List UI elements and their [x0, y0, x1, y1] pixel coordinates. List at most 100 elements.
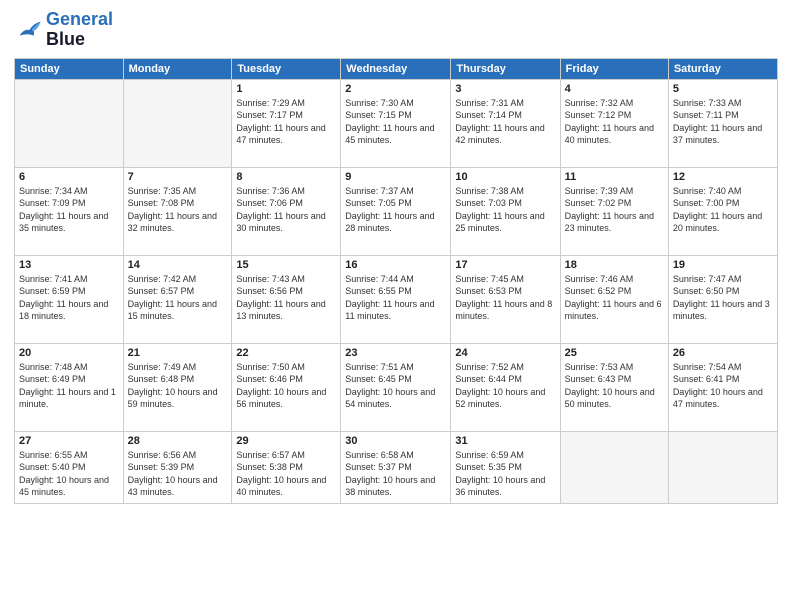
calendar-cell: 20Sunrise: 7:48 AM Sunset: 6:49 PM Dayli… — [15, 343, 124, 431]
weekday-header-monday: Monday — [123, 58, 232, 79]
day-number: 10 — [455, 171, 555, 183]
day-info: Sunrise: 7:45 AM Sunset: 6:53 PM Dayligh… — [455, 273, 555, 323]
day-number: 25 — [565, 347, 664, 359]
calendar-week-3: 13 Sunrise: 7:41 AM Sunset: 6:59 PM Dayli… — [15, 255, 778, 343]
day-info: Sunrise: 7:46 AM Sunset: 6:52 PM Dayligh… — [565, 273, 664, 323]
calendar-cell: 3 Sunrise: 7:31 AM Sunset: 7:14 PM Daylig… — [451, 79, 560, 167]
weekday-header-row: SundayMondayTuesdayWednesdayThursdayFrid… — [15, 58, 778, 79]
calendar-cell: 14Sunrise: 7:42 AM Sunset: 6:57 PM Dayli… — [123, 255, 232, 343]
day-info: Sunrise: 7:29 AM Sunset: 7:17 PM Dayligh… — [236, 97, 336, 147]
day-number: 15 — [236, 259, 336, 271]
day-info: Sunrise: 6:56 AM Sunset: 5:39 PM Dayligh… — [128, 449, 228, 499]
day-info: Sunrise: 7:39 AM Sunset: 7:02 PM Dayligh… — [565, 185, 664, 235]
day-number: 2 — [345, 83, 446, 95]
calendar-cell: 8 Sunrise: 7:36 AM Sunset: 7:06 PM Daylig… — [232, 167, 341, 255]
calendar-cell: 5Sunrise: 7:33 AM Sunset: 7:11 PM Daylig… — [668, 79, 777, 167]
day-info: Sunrise: 6:55 AM Sunset: 5:40 PM Dayligh… — [19, 449, 119, 499]
day-info: Sunrise: 7:52 AM Sunset: 6:44 PM Dayligh… — [455, 361, 555, 411]
day-number: 12 — [673, 171, 773, 183]
day-info: Sunrise: 7:43 AM Sunset: 6:56 PM Dayligh… — [236, 273, 336, 323]
calendar-cell: 7 Sunrise: 7:35 AM Sunset: 7:08 PM Daylig… — [123, 167, 232, 255]
day-number: 14 — [128, 259, 228, 271]
calendar-cell: 28 Sunrise: 6:56 AM Sunset: 5:39 PM Dayli… — [123, 431, 232, 503]
day-info: Sunrise: 6:59 AM Sunset: 5:35 PM Dayligh… — [455, 449, 555, 499]
day-info: Sunrise: 6:58 AM Sunset: 5:37 PM Dayligh… — [345, 449, 446, 499]
weekday-header-friday: Friday — [560, 58, 668, 79]
calendar-cell: 31 Sunrise: 6:59 AM Sunset: 5:35 PM Dayli… — [451, 431, 560, 503]
day-number: 3 — [455, 83, 555, 95]
day-info: Sunrise: 7:35 AM Sunset: 7:08 PM Dayligh… — [128, 185, 228, 235]
calendar-week-2: 6Sunrise: 7:34 AM Sunset: 7:09 PM Daylig… — [15, 167, 778, 255]
calendar-table: SundayMondayTuesdayWednesdayThursdayFrid… — [14, 58, 778, 504]
day-number: 19 — [673, 259, 773, 271]
weekday-header-tuesday: Tuesday — [232, 58, 341, 79]
day-number: 18 — [565, 259, 664, 271]
day-number: 22 — [236, 347, 336, 359]
day-number: 9 — [345, 171, 446, 183]
day-number: 30 — [345, 435, 446, 447]
calendar-cell — [668, 431, 777, 503]
day-info: Sunrise: 7:47 AM Sunset: 6:50 PM Dayligh… — [673, 273, 773, 323]
calendar-cell: 6Sunrise: 7:34 AM Sunset: 7:09 PM Daylig… — [15, 167, 124, 255]
calendar-cell: 17 Sunrise: 7:45 AM Sunset: 6:53 PM Dayli… — [451, 255, 560, 343]
calendar-cell: 2 Sunrise: 7:30 AM Sunset: 7:15 PM Daylig… — [341, 79, 451, 167]
calendar-cell: 30 Sunrise: 6:58 AM Sunset: 5:37 PM Dayli… — [341, 431, 451, 503]
weekday-header-wednesday: Wednesday — [341, 58, 451, 79]
day-number: 29 — [236, 435, 336, 447]
day-number: 7 — [128, 171, 228, 183]
day-info: Sunrise: 7:49 AM Sunset: 6:48 PM Dayligh… — [128, 361, 228, 411]
day-info: Sunrise: 7:30 AM Sunset: 7:15 PM Dayligh… — [345, 97, 446, 147]
calendar-week-1: 1Sunrise: 7:29 AM Sunset: 7:17 PM Daylig… — [15, 79, 778, 167]
logo: General Blue — [14, 10, 113, 50]
weekday-header-saturday: Saturday — [668, 58, 777, 79]
calendar-cell: 27Sunrise: 6:55 AM Sunset: 5:40 PM Dayli… — [15, 431, 124, 503]
day-number: 28 — [128, 435, 228, 447]
weekday-header-sunday: Sunday — [15, 58, 124, 79]
calendar-cell — [15, 79, 124, 167]
day-info: Sunrise: 7:44 AM Sunset: 6:55 PM Dayligh… — [345, 273, 446, 323]
weekday-header-thursday: Thursday — [451, 58, 560, 79]
calendar-cell: 24 Sunrise: 7:52 AM Sunset: 6:44 PM Dayli… — [451, 343, 560, 431]
calendar-cell: 1Sunrise: 7:29 AM Sunset: 7:17 PM Daylig… — [232, 79, 341, 167]
day-number: 17 — [455, 259, 555, 271]
day-number: 6 — [19, 171, 119, 183]
day-info: Sunrise: 7:36 AM Sunset: 7:06 PM Dayligh… — [236, 185, 336, 235]
calendar-cell: 13 Sunrise: 7:41 AM Sunset: 6:59 PM Dayli… — [15, 255, 124, 343]
calendar-cell: 19 Sunrise: 7:47 AM Sunset: 6:50 PM Dayli… — [668, 255, 777, 343]
logo-text-line2: Blue — [46, 30, 113, 50]
calendar-cell — [560, 431, 668, 503]
logo-icon — [14, 16, 42, 44]
calendar-cell: 16 Sunrise: 7:44 AM Sunset: 6:55 PM Dayli… — [341, 255, 451, 343]
day-number: 4 — [565, 83, 664, 95]
calendar-cell: 9Sunrise: 7:37 AM Sunset: 7:05 PM Daylig… — [341, 167, 451, 255]
logo-text-line1: General — [46, 10, 113, 30]
calendar-cell: 29 Sunrise: 6:57 AM Sunset: 5:38 PM Dayli… — [232, 431, 341, 503]
day-number: 13 — [19, 259, 119, 271]
day-number: 24 — [455, 347, 555, 359]
calendar-cell: 22Sunrise: 7:50 AM Sunset: 6:46 PM Dayli… — [232, 343, 341, 431]
day-number: 26 — [673, 347, 773, 359]
day-info: Sunrise: 6:57 AM Sunset: 5:38 PM Dayligh… — [236, 449, 336, 499]
day-info: Sunrise: 7:38 AM Sunset: 7:03 PM Dayligh… — [455, 185, 555, 235]
day-info: Sunrise: 7:32 AM Sunset: 7:12 PM Dayligh… — [565, 97, 664, 147]
day-info: Sunrise: 7:31 AM Sunset: 7:14 PM Dayligh… — [455, 97, 555, 147]
day-number: 31 — [455, 435, 555, 447]
day-number: 8 — [236, 171, 336, 183]
day-number: 11 — [565, 171, 664, 183]
day-info: Sunrise: 7:54 AM Sunset: 6:41 PM Dayligh… — [673, 361, 773, 411]
calendar-week-5: 27Sunrise: 6:55 AM Sunset: 5:40 PM Dayli… — [15, 431, 778, 503]
day-number: 21 — [128, 347, 228, 359]
day-info: Sunrise: 7:41 AM Sunset: 6:59 PM Dayligh… — [19, 273, 119, 323]
day-number: 23 — [345, 347, 446, 359]
calendar-cell: 18 Sunrise: 7:46 AM Sunset: 6:52 PM Dayli… — [560, 255, 668, 343]
calendar-cell: 25 Sunrise: 7:53 AM Sunset: 6:43 PM Dayli… — [560, 343, 668, 431]
day-info: Sunrise: 7:51 AM Sunset: 6:45 PM Dayligh… — [345, 361, 446, 411]
calendar-cell: 10 Sunrise: 7:38 AM Sunset: 7:03 PM Dayli… — [451, 167, 560, 255]
day-number: 20 — [19, 347, 119, 359]
calendar-week-4: 20Sunrise: 7:48 AM Sunset: 6:49 PM Dayli… — [15, 343, 778, 431]
day-number: 16 — [345, 259, 446, 271]
calendar-cell: 21 Sunrise: 7:49 AM Sunset: 6:48 PM Dayli… — [123, 343, 232, 431]
calendar-cell: 26 Sunrise: 7:54 AM Sunset: 6:41 PM Dayli… — [668, 343, 777, 431]
day-info: Sunrise: 7:53 AM Sunset: 6:43 PM Dayligh… — [565, 361, 664, 411]
day-number: 5 — [673, 83, 773, 95]
